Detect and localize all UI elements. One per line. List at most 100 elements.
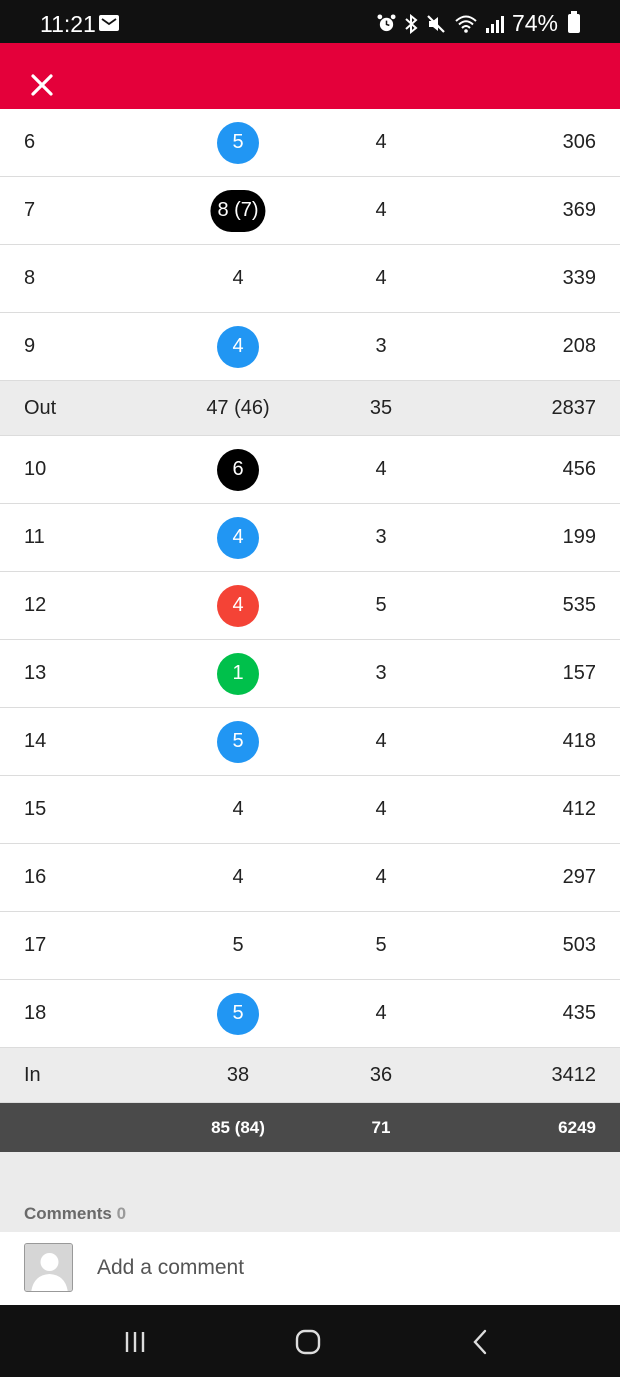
battery-icon <box>568 11 580 33</box>
total-yards: 6249 <box>558 1117 596 1137</box>
scorecard-table: 6 5 4 306 7 8 (7) 4 369 8 4 4 339 9 4 3 208 Out 47 (46)… <box>0 109 620 1152</box>
hole-row: 16 4 4 297 <box>0 844 620 912</box>
hole-number: 16 <box>24 866 47 888</box>
hole-score-badge: 4 <box>217 516 259 559</box>
hole-par: 4 <box>375 1002 387 1024</box>
comments-count: 0 <box>116 1204 127 1223</box>
hole-score-badge: 4 <box>217 584 259 627</box>
hole-yards: 199 <box>562 526 596 548</box>
hole-yards: 435 <box>562 1002 596 1024</box>
hole-number: 17 <box>24 934 47 956</box>
hole-row: 14 5 4 418 <box>0 708 620 776</box>
in-label: In <box>24 1063 41 1086</box>
hole-number: 15 <box>24 798 47 820</box>
hole-par: 4 <box>375 267 387 289</box>
hole-par: 4 <box>375 458 387 480</box>
comment-input[interactable]: Add a comment <box>97 1256 244 1280</box>
hole-number: 6 <box>24 131 36 153</box>
out-score: 47 (46) <box>206 396 270 419</box>
hole-score-cell: 5 <box>217 109 259 176</box>
hole-score: 4 <box>232 798 244 820</box>
hole-number: 7 <box>24 199 36 221</box>
hole-score-cell: 6 <box>217 436 259 503</box>
hole-par: 3 <box>375 335 387 357</box>
hole-row: 12 4 5 535 <box>0 572 620 640</box>
battery-percent: 74% <box>511 10 558 36</box>
hole-number: 12 <box>24 594 47 616</box>
hole-number: 8 <box>24 267 36 289</box>
in-subtotal-row: In 38 36 3412 <box>0 1048 620 1103</box>
hole-yards: 208 <box>562 335 596 357</box>
comment-input-bar[interactable]: Add a comment <box>0 1232 620 1305</box>
close-icon[interactable] <box>22 65 62 105</box>
hole-score-cell: 5 <box>232 912 243 979</box>
hole-number: 13 <box>24 662 47 684</box>
mute-icon <box>427 14 445 33</box>
hole-number: 14 <box>24 730 47 752</box>
in-par: 36 <box>369 1063 393 1086</box>
hole-score-badge: 5 <box>217 121 259 164</box>
hole-score-badge: 5 <box>217 992 259 1035</box>
avatar-placeholder-icon <box>24 1243 73 1292</box>
hole-row: 6 5 4 306 <box>0 109 620 177</box>
hole-par: 4 <box>375 798 387 820</box>
hole-score-badge: 1 <box>217 652 259 695</box>
hole-score-cell: 5 <box>217 980 259 1047</box>
hole-row: 17 5 5 503 <box>0 912 620 980</box>
hole-score-cell: 4 <box>217 572 259 639</box>
total-score: 85 (84) <box>211 1117 265 1137</box>
hole-score-cell: 4 <box>232 776 243 843</box>
hole-par: 4 <box>375 730 387 752</box>
hole-par: 4 <box>375 866 387 888</box>
out-subtotal-row: Out 47 (46) 35 2837 <box>0 381 620 436</box>
hole-yards: 369 <box>562 199 596 221</box>
back-nine-rows: 10 6 4 456 11 4 3 199 12 4 5 535 13 1 3 157 14 5 4 418 15 4 4 4… <box>0 436 620 1048</box>
out-par: 35 <box>369 396 393 419</box>
hole-score-cell: 4 <box>232 245 243 312</box>
hole-row: 9 4 3 208 <box>0 313 620 381</box>
hole-par: 3 <box>375 526 387 548</box>
hole-yards: 535 <box>562 594 596 616</box>
hole-par: 5 <box>375 934 387 956</box>
status-time: 11:21 <box>40 11 96 37</box>
total-row: 85 (84) 71 6249 <box>0 1103 620 1152</box>
wifi-icon <box>455 15 477 33</box>
hole-score-cell: 8 (7) <box>210 177 266 244</box>
hole-score-cell: 4 <box>232 844 243 911</box>
hole-score-badge: 4 <box>217 325 259 368</box>
hole-yards: 339 <box>562 267 596 289</box>
hole-row: 13 1 3 157 <box>0 640 620 708</box>
hole-row: 18 5 4 435 <box>0 980 620 1048</box>
hole-row: 8 4 4 339 <box>0 245 620 313</box>
in-yards: 3412 <box>551 1063 597 1086</box>
hole-par: 3 <box>375 662 387 684</box>
front-nine-rows: 6 5 4 306 7 8 (7) 4 369 8 4 4 339 9 4 3 208 <box>0 109 620 381</box>
hole-yards: 297 <box>562 866 596 888</box>
comments-heading: Comments 0 <box>24 1204 126 1224</box>
hole-yards: 157 <box>562 662 596 684</box>
hole-score-cell: 4 <box>217 504 259 571</box>
hole-score-badge: 5 <box>217 720 259 763</box>
back-icon[interactable] <box>466 1327 496 1357</box>
hole-number: 9 <box>24 335 36 357</box>
system-nav-bar <box>0 1305 620 1377</box>
hole-score-cell: 4 <box>217 313 259 380</box>
hole-yards: 412 <box>562 798 596 820</box>
hole-par: 4 <box>375 199 387 221</box>
hole-score-badge: 8 (7) <box>210 189 266 232</box>
hole-score-badge: 6 <box>217 448 259 491</box>
hole-par: 4 <box>375 131 387 153</box>
home-icon[interactable] <box>293 1327 323 1357</box>
recents-icon[interactable] <box>120 1327 150 1357</box>
hole-score: 5 <box>232 934 244 956</box>
hole-row: 7 8 (7) 4 369 <box>0 177 620 245</box>
hole-yards: 418 <box>562 730 596 752</box>
hole-row: 11 4 3 199 <box>0 504 620 572</box>
alarm-icon <box>377 14 396 32</box>
hole-yards: 456 <box>562 458 596 480</box>
hole-par: 5 <box>375 594 387 616</box>
signal-icon <box>485 15 504 33</box>
hole-score-cell: 5 <box>217 708 259 775</box>
hole-score: 4 <box>232 866 244 888</box>
hole-yards: 306 <box>562 131 596 153</box>
